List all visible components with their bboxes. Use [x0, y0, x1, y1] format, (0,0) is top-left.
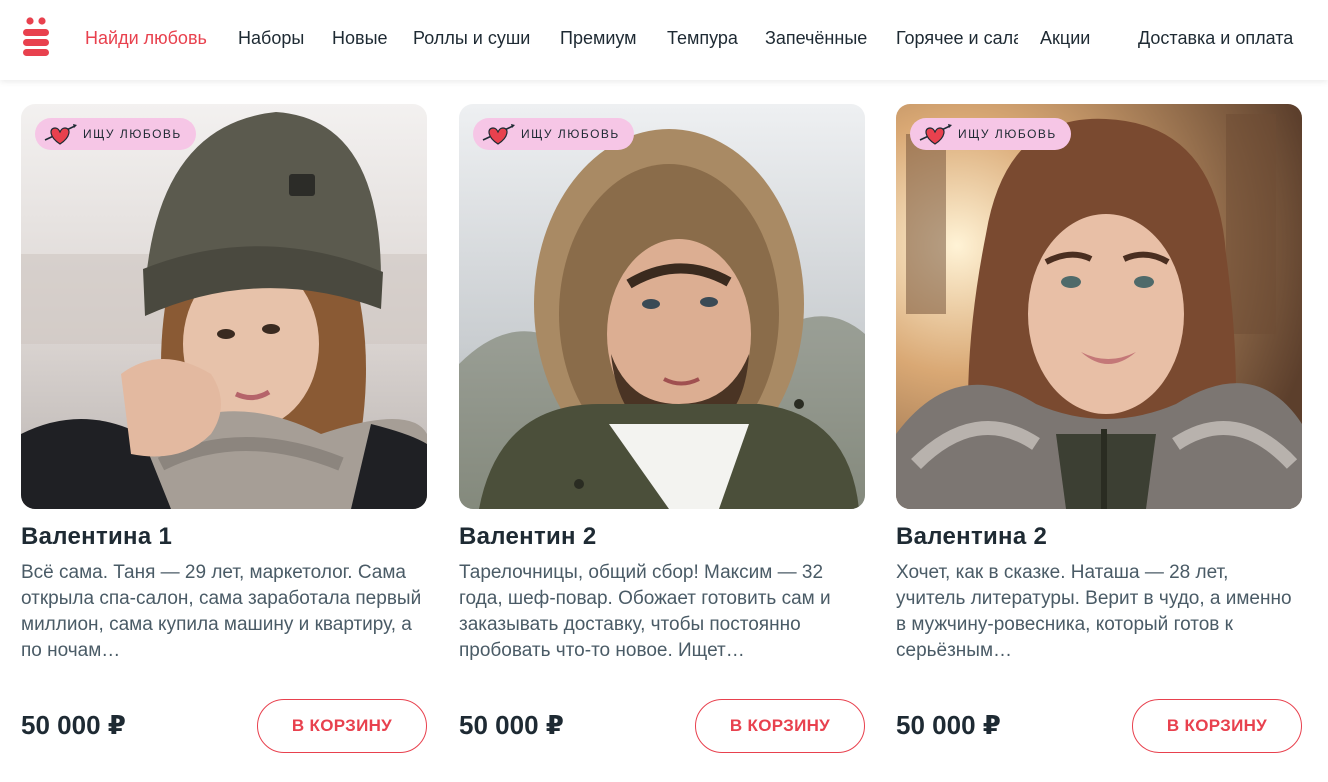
status-badge: ИЩУ ЛЮБОВЬ — [910, 118, 1071, 150]
heart-arrow-icon — [918, 122, 952, 146]
price: 50 000 ₽ — [896, 710, 1001, 740]
price: 50 000 ₽ — [21, 710, 126, 740]
product-card: ИЩУ ЛЮБОВЬ Валентин 2 Тарелочницы, общий… — [459, 104, 865, 764]
product-photo[interactable]: ИЩУ ЛЮБОВЬ — [896, 104, 1302, 509]
badge-label: ИЩУ ЛЮБОВЬ — [958, 127, 1057, 141]
nav-item-baked[interactable]: Запечённые — [765, 27, 867, 49]
card-description: Всё сама. Таня — 29 лет, маркетолог. Сам… — [21, 562, 422, 661]
badge-label: ИЩУ ЛЮБОВЬ — [83, 127, 182, 141]
badge-label: ИЩУ ЛЮБОВЬ — [521, 127, 620, 141]
nav-item-find-love[interactable]: Найди любовь — [85, 27, 207, 49]
card-description: Тарелочницы, общий сбор! Максим — 32 год… — [459, 562, 831, 661]
nav-item-hot-salads[interactable]: Горячее и салаты — [896, 27, 1018, 49]
product-card: ИЩУ ЛЮБОВЬ Валентина 1 Всё сама. Таня — … — [21, 104, 427, 764]
nav-item-promotions[interactable]: Акции — [1040, 27, 1090, 49]
nav-item-tempura[interactable]: Темпура — [667, 27, 738, 49]
heart-arrow-icon — [43, 122, 77, 146]
status-badge: ИЩУ ЛЮБОВЬ — [35, 118, 196, 150]
add-to-cart-button[interactable]: В КОРЗИНУ — [257, 699, 427, 753]
add-to-cart-button[interactable]: В КОРЗИНУ — [695, 699, 865, 753]
nav-item-new[interactable]: Новые — [332, 27, 388, 49]
card-title[interactable]: Валентина 2 — [896, 522, 1047, 552]
site-header: Найди любовь Наборы Новые Роллы и суши П… — [0, 0, 1328, 80]
card-title[interactable]: Валентина 1 — [21, 522, 172, 552]
product-photo[interactable]: ИЩУ ЛЮБОВЬ — [21, 104, 427, 509]
add-to-cart-button[interactable]: В КОРЗИНУ — [1132, 699, 1302, 753]
woman-in-fur-collar-photo — [896, 104, 1302, 509]
status-badge: ИЩУ ЛЮБОВЬ — [473, 118, 634, 150]
woman-in-knit-hat-photo — [21, 104, 427, 509]
man-in-fur-hood-photo — [459, 104, 865, 509]
main-nav: Найди любовь Наборы Новые Роллы и суши П… — [0, 0, 1328, 80]
card-title[interactable]: Валентин 2 — [459, 522, 596, 552]
nav-item-rolls-sushi[interactable]: Роллы и суши — [413, 27, 530, 49]
price: 50 000 ₽ — [459, 710, 564, 740]
product-card: ИЩУ ЛЮБОВЬ Валентина 2 Хочет, как в сказ… — [896, 104, 1302, 764]
nav-item-sets[interactable]: Наборы — [238, 27, 304, 49]
card-description: Хочет, как в сказке. Наташа — 28 лет, уч… — [896, 562, 1292, 661]
heart-arrow-icon — [481, 122, 515, 146]
nav-item-delivery[interactable]: Доставка и оплата — [1138, 27, 1293, 49]
nav-item-premium[interactable]: Премиум — [560, 27, 637, 49]
product-photo[interactable]: ИЩУ ЛЮБОВЬ — [459, 104, 865, 509]
